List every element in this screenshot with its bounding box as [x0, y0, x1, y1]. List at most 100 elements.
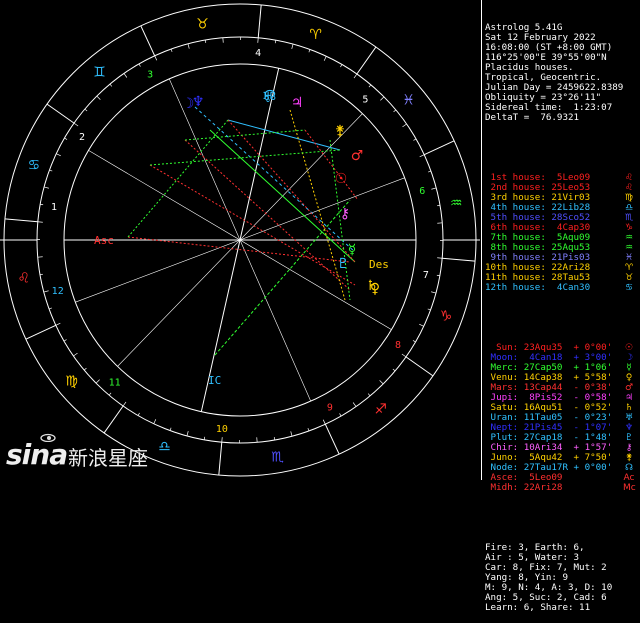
- house-cusp-lines: [0, 68, 480, 411]
- chart-info-panel: Astrolog 5.41GSat 12 February 202216:08:…: [481, 0, 640, 480]
- header-line: Sidereal time: 1:23:07: [485, 103, 640, 113]
- planet-row-text: Jupi: 8Pis52 - 0°58': [485, 393, 623, 403]
- degree-tick: [74, 123, 78, 126]
- degree-tick: [56, 323, 61, 325]
- house-cusp-list: 1st house: 5Leo09♌ 2nd house: 25Leo53♌ 3…: [485, 173, 640, 293]
- summary-line: M: 9, N: 4, A: 3, D: 10: [485, 583, 640, 593]
- planet-row-icon: ♃: [623, 393, 635, 403]
- planet-glyphs: ☉☽☿♀♂♃♄♅♆♇⚷⚵☊DesAscIC: [94, 88, 389, 387]
- house-row-text: 8th house: 25Aqu53: [485, 243, 623, 253]
- scorpio-icon: ♏: [271, 449, 284, 465]
- house-row-text: 4th house: 22Lib28: [485, 203, 623, 213]
- aries-icon: ♈: [309, 27, 322, 43]
- aspect-line: [195, 107, 355, 252]
- planet-row-icon: ⚷: [623, 443, 635, 453]
- aspect-lines: [128, 107, 358, 355]
- degree-tick: [340, 413, 341, 416]
- sina-astrology-text: 新浪星座: [68, 442, 148, 471]
- house-number: 4: [255, 48, 261, 59]
- planet-row-icon: ♆: [623, 423, 635, 433]
- planet-row: Midh: 22Ari28Mc: [485, 483, 640, 493]
- gemini-icon: ♊: [93, 64, 106, 80]
- header-line: 116°25'00"E 39°55'00"N: [485, 53, 640, 63]
- sign-boundary-line: [219, 442, 222, 475]
- planet-row-text: Merc: 27Cap50 + 1°06': [485, 363, 623, 373]
- degree-tick: [96, 380, 100, 384]
- header-line: Julian Day = 2459622.8389: [485, 83, 640, 93]
- planet-row-text: Node: 27Tau17R + 0°00': [485, 463, 623, 473]
- header-line: Placidus houses.: [485, 63, 640, 73]
- planet-row: Moon: 4Can18 + 3°00'☽: [485, 353, 640, 363]
- degree-tick: [393, 369, 395, 371]
- house-row: 3rd house: 21Vir03♍: [485, 193, 640, 203]
- degree-tick: [49, 308, 52, 309]
- ascendant-label: Asc: [94, 234, 114, 247]
- degree-tick: [138, 413, 140, 416]
- house-row-text: 3rd house: 21Vir03: [485, 193, 623, 203]
- house-number: 1: [51, 202, 57, 213]
- house-row: 9th house: 21Pis03♓: [485, 253, 640, 263]
- summary-line: Learn: 6, Share: 11: [485, 603, 640, 613]
- degree-tick: [394, 110, 396, 112]
- planet-row: Juno: 5Aqu42 + 7°50'⚵: [485, 453, 640, 463]
- planet-row-text: Satu: 16Aqu51 - 0°52': [485, 403, 623, 413]
- house-number: 11: [109, 377, 121, 388]
- planet-row-text: Venu: 14Cap38 + 5°58': [485, 373, 623, 383]
- house-row-icon: ♈: [623, 263, 635, 273]
- house-row: 2nd house: 25Leo53♌: [485, 183, 640, 193]
- leo-icon: ♌: [17, 271, 30, 287]
- degree-tick: [154, 419, 156, 424]
- summary-line: Car: 8, Fix: 7, Mut: 2: [485, 563, 640, 573]
- degree-tick: [187, 431, 188, 436]
- degree-tick: [85, 109, 87, 111]
- house-number: 2: [79, 132, 85, 143]
- degree-tick: [428, 309, 431, 310]
- planet-glyph-icon: ♃: [291, 95, 304, 111]
- degree-tick: [124, 73, 127, 77]
- sign-boundary-line: [325, 424, 339, 454]
- degree-tick: [431, 292, 436, 293]
- house-row-icon: ♉: [623, 273, 635, 283]
- degree-tick: [275, 40, 276, 43]
- degree-tick: [64, 340, 67, 341]
- house-row-icon: ♎: [623, 203, 635, 213]
- house-row-icon: ♓: [623, 253, 635, 263]
- sign-boundary-line: [47, 104, 74, 123]
- house-row-text: 11th house: 28Tau53: [485, 273, 623, 283]
- degree-tick: [308, 428, 309, 431]
- sign-boundary-line: [442, 258, 475, 261]
- planet-row-icon: Ac: [623, 473, 635, 483]
- planet-glyph-icon: ♆: [192, 94, 205, 110]
- degree-tick: [323, 420, 325, 425]
- sign-boundary-line: [104, 406, 123, 433]
- header-line: DeltaT = 76.9321: [485, 113, 640, 123]
- house-number: 5: [362, 95, 368, 106]
- house-number: 6: [419, 186, 425, 197]
- planet-glyph-icon: ⚷: [340, 206, 350, 222]
- house-row-text: 6th house: 4Cap30: [485, 223, 623, 233]
- planet-row: Mars: 13Cap44 - 0°38'♂: [485, 383, 640, 393]
- degree-tick: [170, 428, 171, 431]
- planet-glyph-icon: ⚵: [335, 123, 345, 139]
- planet-row-text: Midh: 22Ari28: [485, 483, 623, 493]
- degree-tick: [437, 275, 440, 276]
- planet-row-icon: ♄: [623, 403, 635, 413]
- house-row-icon: ♍: [623, 193, 635, 203]
- aspect-line: [215, 200, 350, 355]
- degree-tick: [188, 44, 189, 49]
- descendant-label: Des: [369, 258, 389, 271]
- house-row: 8th house: 25Aqu53♒: [485, 243, 640, 253]
- degree-tick: [84, 368, 86, 370]
- house-row: 5th house: 28Sco52♏: [485, 213, 640, 223]
- house-row: 10th house: 22Ari28♈: [485, 263, 640, 273]
- degree-tick: [354, 74, 357, 78]
- degree-tick: [44, 187, 49, 188]
- planet-row-icon: ☊: [623, 463, 635, 473]
- degree-tick: [291, 431, 292, 436]
- degree-tick: [139, 64, 140, 67]
- planet-row-text: Plut: 27Cap18 - 1°48': [485, 433, 623, 443]
- degree-tick: [56, 154, 61, 156]
- house-row-text: 1st house: 5Leo09: [485, 173, 623, 183]
- degree-tick: [413, 139, 416, 140]
- summary-line: Yang: 8, Yin: 9: [485, 573, 640, 583]
